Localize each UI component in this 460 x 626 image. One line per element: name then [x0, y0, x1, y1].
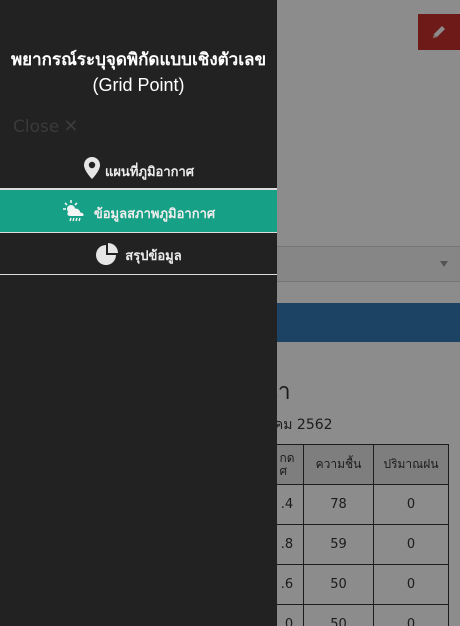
map-marker-icon	[83, 156, 101, 180]
close-label: Close	[13, 116, 60, 137]
drawer-subtitle: (Grid Point)	[92, 75, 185, 95]
close-button[interactable]: Close ✕	[13, 116, 78, 137]
close-icon: ✕	[63, 116, 79, 137]
menu-item-label: สรุปข้อมูล	[125, 249, 182, 264]
menu-item-label: ข้อมูลสภาพภูมิอากาศ	[93, 206, 216, 222]
menu-item-climate-map[interactable]: แผนที่ภูมิอากาศ	[0, 148, 277, 189]
drawer-title: พยากรณ์ระบุจุดพิกัดแบบเชิงตัวเลข	[10, 50, 267, 69]
menu-item-summary[interactable]: สรุปข้อมูล	[0, 233, 277, 275]
drawer-menu: แผนที่ภูมิอากาศ ข้อมูลสภาพภูมิอากาศ สรุป…	[0, 148, 277, 275]
menu-item-label: แผนที่ภูมิอากาศ	[104, 164, 195, 180]
pie-chart-icon	[95, 242, 121, 266]
weather-icon	[62, 199, 90, 223]
side-drawer: พยากรณ์ระบุจุดพิกัดแบบเชิงตัวเลข (Grid P…	[0, 0, 277, 626]
menu-item-climate-data[interactable]: ข้อมูลสภาพภูมิอากาศ	[0, 189, 277, 233]
